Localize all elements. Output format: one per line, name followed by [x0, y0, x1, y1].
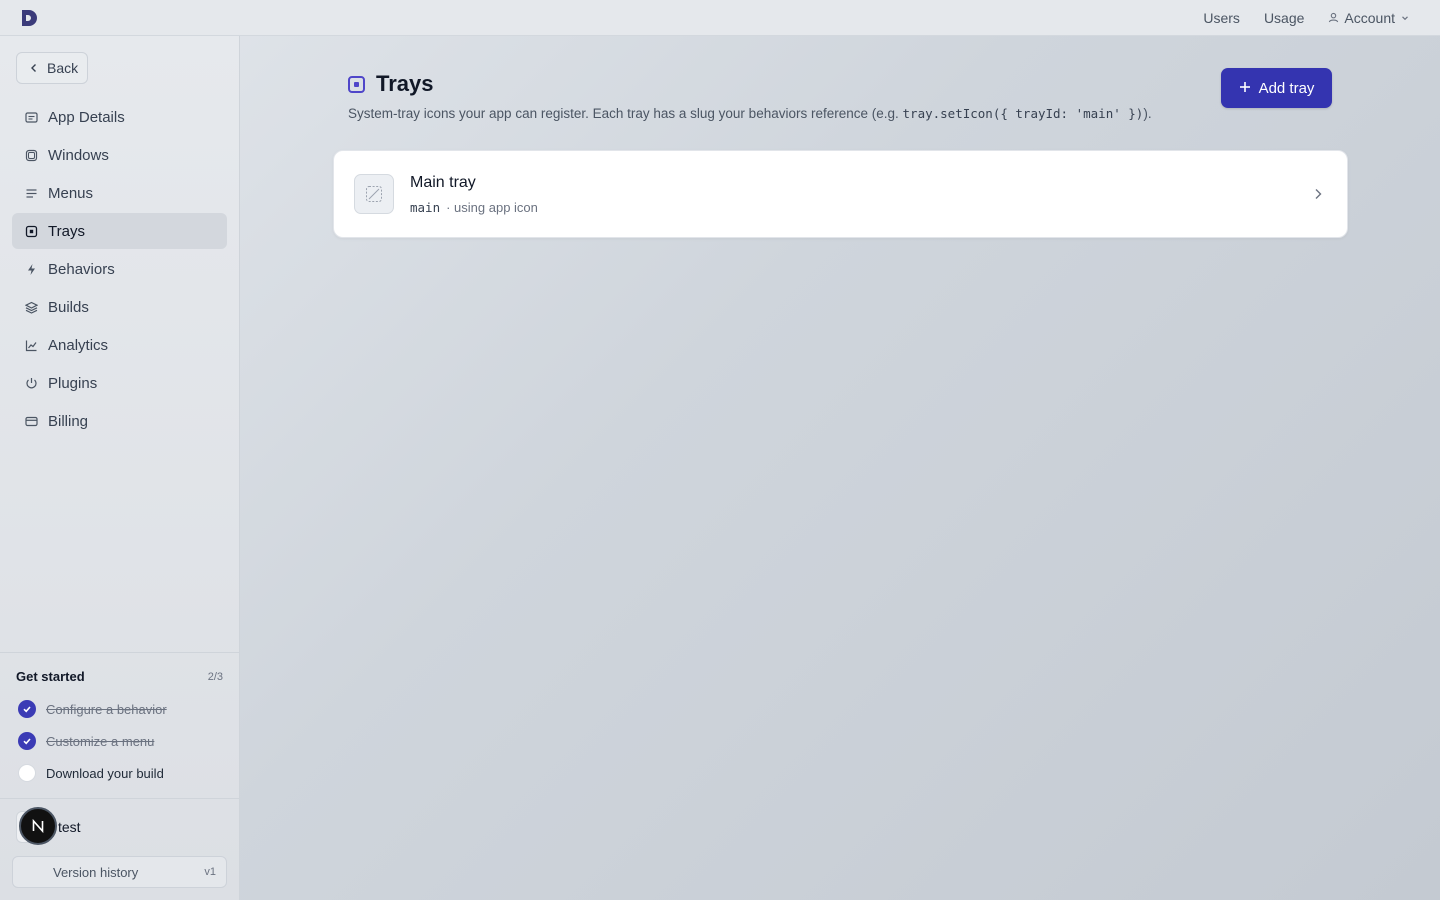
tray-icon [24, 224, 38, 238]
sidebar-item-behaviors[interactable]: Behaviors [12, 251, 227, 287]
empty-circle-icon [18, 764, 36, 782]
bolt-icon [24, 262, 38, 276]
add-tray-button[interactable]: Add tray [1221, 68, 1332, 108]
tray-card-main[interactable]: Main tray main · using app icon [333, 150, 1348, 238]
sidebar-item-label: Trays [48, 222, 85, 240]
n-logo-icon [32, 818, 44, 834]
top-nav: Users Usage Account [1203, 0, 1410, 36]
details-icon [24, 110, 38, 124]
layers-icon [24, 300, 38, 314]
user-icon [1328, 10, 1339, 26]
card-icon [24, 414, 38, 428]
chevron-left-icon [29, 60, 39, 76]
sidebar-item-label: Plugins [48, 374, 98, 392]
description-code: tray.setIcon({ trayId: 'main' }) [902, 106, 1144, 121]
sidebar-item-label: Analytics [48, 336, 109, 354]
back-label: Back [47, 60, 79, 76]
checklist-item-customize-menu[interactable]: Customize a menu [18, 731, 154, 751]
usage-link[interactable]: Usage [1264, 10, 1304, 26]
page-title: Trays [376, 71, 434, 96]
checklist-item-configure-behavior[interactable]: Configure a behavior [18, 699, 167, 719]
checklist-label: Customize a menu [46, 733, 155, 749]
get-started-header: Get started 2/3 [16, 669, 223, 684]
sidebar-item-billing[interactable]: Billing [12, 403, 227, 439]
sidebar: Back App Details Windows Menus Trays Beh… [0, 36, 240, 900]
sidebar-item-builds[interactable]: Builds [12, 289, 227, 325]
checklist-label: Configure a behavior [46, 701, 167, 717]
sidebar-item-label: Windows [48, 146, 109, 164]
account-menu[interactable]: Account [1328, 10, 1410, 26]
description-text: System-tray icons your app can register.… [348, 106, 903, 121]
tray-meta: main · using app icon [410, 200, 538, 215]
sidebar-item-label: Menus [48, 184, 94, 202]
sidebar-item-label: Billing [48, 412, 89, 430]
check-circle-icon [18, 700, 36, 718]
menu-icon [24, 186, 38, 200]
sidebar-item-windows[interactable]: Windows [12, 137, 227, 173]
user-avatar[interactable] [19, 807, 57, 845]
version-history-label: Version history [53, 864, 139, 880]
sidebar-item-analytics[interactable]: Analytics [12, 327, 227, 363]
page-description: System-tray icons your app can register.… [348, 106, 1152, 121]
plus-icon [1239, 80, 1251, 97]
sidebar-nav: App Details Windows Menus Trays Behavior… [12, 99, 227, 441]
tray-icon [348, 76, 365, 93]
app-name: test [58, 819, 81, 835]
image-placeholder-icon [354, 174, 394, 214]
tray-icon-source: · using app icon [446, 200, 538, 215]
get-started-count: 2/3 [207, 670, 223, 683]
get-started-title: Get started [16, 669, 85, 684]
check-circle-icon [18, 732, 36, 750]
sidebar-item-trays[interactable]: Trays [12, 213, 227, 249]
sidebar-item-app-details[interactable]: App Details [12, 99, 227, 135]
back-button[interactable]: Back [16, 52, 88, 84]
version-badge: v1 [204, 866, 216, 878]
sidebar-item-label: App Details [48, 108, 125, 126]
account-label: Account [1344, 10, 1395, 26]
sidebar-item-menus[interactable]: Menus [12, 175, 227, 211]
sidebar-item-label: Builds [48, 298, 89, 316]
get-started-panel: Get started 2/3 Configure a behavior Cus… [0, 652, 239, 798]
sidebar-item-label: Behaviors [48, 260, 115, 278]
description-suffix: ). [1143, 106, 1152, 121]
chevron-right-icon [1315, 189, 1322, 199]
window-icon [24, 148, 38, 162]
add-tray-label: Add tray [1258, 79, 1315, 97]
sidebar-item-plugins[interactable]: Plugins [12, 365, 227, 401]
chart-icon [24, 338, 38, 352]
app-logo-icon[interactable] [18, 7, 40, 29]
users-link[interactable]: Users [1203, 10, 1240, 26]
top-bar: Users Usage Account [0, 0, 1440, 36]
tray-name: Main tray [410, 174, 476, 191]
plug-icon [24, 376, 38, 390]
chevron-down-icon [1400, 10, 1410, 26]
version-history-button[interactable]: Version history v1 [12, 856, 227, 888]
checklist-label: Download your build [46, 765, 164, 781]
checklist-item-download-build[interactable]: Download your build [18, 763, 164, 783]
tray-slug: main [410, 200, 441, 215]
